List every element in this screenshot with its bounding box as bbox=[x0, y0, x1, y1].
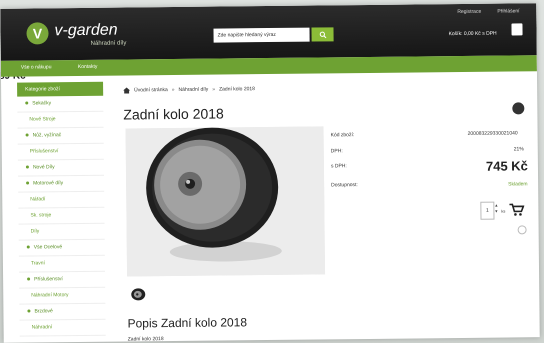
bullet-icon bbox=[27, 277, 31, 281]
availability-status: Skladem bbox=[508, 181, 528, 188]
description-text: Zadní kolo 2018 bbox=[127, 336, 164, 343]
background: V v-garden Náhradní díly Zde napište hle… bbox=[0, 0, 544, 343]
brand-name[interactable]: v-garden bbox=[54, 22, 117, 41]
bullet-icon bbox=[25, 165, 29, 169]
bullet-icon bbox=[25, 101, 29, 105]
cart-summary[interactable]: Košík: 0,00 Kč s DPH bbox=[449, 31, 497, 38]
breadcrumb-home[interactable]: Úvodní stránka bbox=[134, 87, 168, 93]
sidebar-item[interactable]: Náhradní Motory bbox=[19, 287, 106, 305]
menu-item-purchase-info[interactable]: Vše o nákupu bbox=[21, 64, 52, 70]
sidebar-item-label: Brzdové bbox=[34, 308, 53, 315]
sidebar-item-label: Motorové díly bbox=[33, 180, 64, 187]
breadcrumb: Úvodní stránka » Náhradní díly » Zadní k… bbox=[123, 86, 255, 93]
spec-vat-label: DPH: bbox=[330, 148, 343, 155]
sidebar-item[interactable]: Díly bbox=[18, 223, 105, 241]
sidebar-item[interactable]: Příslušenství bbox=[19, 271, 106, 289]
cart-icon[interactable] bbox=[511, 23, 523, 36]
sidebar-item-label: Nůž, vyžínač bbox=[32, 132, 62, 139]
spec-availability-label: Dostupnost: bbox=[331, 182, 358, 189]
sidebar-item[interactable]: Nůž, vyžínač bbox=[17, 127, 104, 145]
compare-icon[interactable] bbox=[517, 225, 527, 235]
sidebar-item[interactable]: Vše Ocelové bbox=[18, 239, 105, 257]
product-price: 745 Kč bbox=[485, 158, 528, 174]
quantity-stepper[interactable]: ▲ ▼ bbox=[494, 203, 498, 215]
sidebar-item[interactable]: Sk. stroje bbox=[18, 207, 105, 225]
sidebar-item-label: Nové Díly bbox=[32, 164, 55, 171]
description-title: Popis Zadní kolo 2018 bbox=[127, 315, 248, 331]
sidebar-item[interactable]: Příslušenství bbox=[17, 143, 104, 161]
sidebar-item-label: Příslušenství bbox=[34, 276, 63, 283]
sidebar-item[interactable]: Nové Díly bbox=[17, 159, 105, 177]
category-sidebar: Kategorie zboží Sekačky Nové Stroje Nůž, v… bbox=[17, 81, 106, 343]
spec-vat-value: 21% bbox=[513, 146, 524, 153]
breadcrumb-current: Zadní kolo 2018 bbox=[219, 86, 255, 93]
quantity-unit: ks bbox=[501, 208, 506, 214]
wheel-image bbox=[125, 126, 326, 277]
sidebar-item[interactable]: Motorové díly bbox=[18, 175, 105, 193]
sidebar-item[interactable]: Sekačky bbox=[17, 95, 104, 113]
menu-item-contacts[interactable]: Kontakty bbox=[78, 64, 98, 70]
brand-logo-icon[interactable]: V bbox=[26, 22, 49, 45]
spec-code-label: Kód zboží: bbox=[330, 132, 355, 139]
sidebar-item-label: Vše Ocelové bbox=[33, 244, 63, 251]
sidebar-item[interactable]: Náhradní bbox=[19, 319, 106, 337]
breadcrumb-category[interactable]: Náhradní díly bbox=[179, 87, 209, 93]
home-icon[interactable] bbox=[123, 87, 130, 93]
top-bar: V v-garden Náhradní díly Zde napište hle… bbox=[0, 3, 537, 61]
search-button[interactable] bbox=[311, 27, 334, 42]
spec-price-label: s DPH: bbox=[330, 163, 347, 170]
product-image[interactable] bbox=[125, 126, 326, 277]
sidebar-item-label: Travní bbox=[30, 260, 45, 267]
sidebar-item[interactable]: Nářadí bbox=[18, 191, 105, 209]
sidebar-item-label: Nářadí bbox=[30, 196, 46, 203]
spec-code-value: 200083229330021040 bbox=[467, 130, 518, 137]
sidebar-item-label: Náhradní bbox=[31, 324, 53, 331]
bullet-icon bbox=[27, 309, 31, 313]
product-thumbnail[interactable] bbox=[130, 287, 146, 301]
wheel-thumbnail-icon bbox=[131, 288, 146, 301]
brand-subtitle: Náhradní díly bbox=[90, 40, 127, 47]
quantity-input[interactable]: 1 bbox=[480, 201, 495, 220]
sidebar-item[interactable]: Travní bbox=[18, 255, 106, 273]
sidebar-item-label: Náhradní Motory bbox=[31, 292, 69, 299]
register-link[interactable]: Registrace bbox=[457, 9, 481, 15]
search-input[interactable]: Zde napište hledaný výraz bbox=[213, 27, 310, 43]
sidebar-item[interactable]: Nové Stroje bbox=[17, 111, 104, 129]
sidebar-list: Sekačky Nové Stroje Nůž, vyžínač Příslušens… bbox=[17, 95, 106, 337]
search-icon bbox=[319, 31, 326, 38]
sidebar-item[interactable]: Brzdové bbox=[19, 303, 106, 321]
sidebar-item-label: Příslušenství bbox=[29, 148, 59, 155]
sidebar-item-label: Sk. stroje bbox=[30, 212, 52, 219]
add-to-cart-button[interactable] bbox=[509, 203, 525, 221]
add-to-cart-icon bbox=[509, 203, 525, 216]
sidebar-heading: Kategorie zboží bbox=[17, 81, 104, 97]
bullet-icon bbox=[25, 133, 29, 137]
bullet-icon bbox=[26, 181, 30, 185]
page-title: Zadní kolo 2018 bbox=[123, 105, 224, 123]
login-link[interactable]: Přihlášení bbox=[497, 8, 519, 14]
bullet-icon bbox=[26, 245, 30, 249]
breadcrumb-separator: » bbox=[212, 86, 216, 93]
sidebar-item-label: Sekačky bbox=[32, 100, 52, 107]
printed-page: V v-garden Náhradní díly Zde napište hle… bbox=[0, 3, 540, 343]
sidebar-item-label: Díly bbox=[30, 228, 40, 235]
sidebar-item-label: Nové Stroje bbox=[29, 116, 56, 123]
options-button[interactable] bbox=[512, 102, 525, 115]
breadcrumb-separator: » bbox=[171, 86, 175, 94]
